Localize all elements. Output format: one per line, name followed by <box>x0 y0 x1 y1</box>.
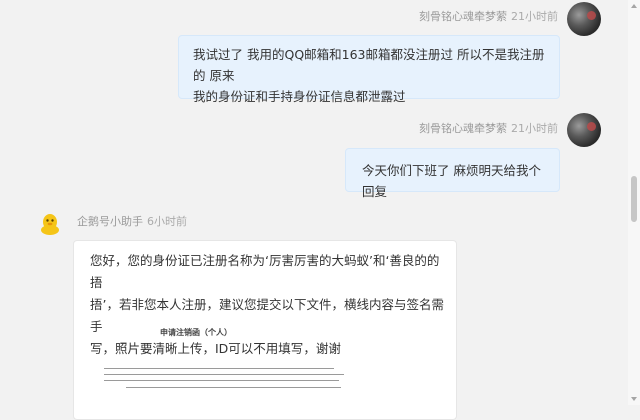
message-bubble[interactable]: 我试过了 我用的QQ邮箱和163邮箱都没注册过 所以不是我注册的 原来 我的身份… <box>178 35 560 104</box>
sender-name[interactable]: 刻骨铭心魂牵梦萦 <box>419 10 507 23</box>
message-header: 刻骨铭心魂牵梦萦 21小时前 <box>419 8 558 24</box>
message-line: 今天你们下班了 麻烦明天给我个回复 <box>362 163 541 199</box>
chat-message-list: 刻骨铭心魂牵梦萦 21小时前 我试过了 我用的QQ邮箱和163邮箱都没注册过 所以… <box>0 0 628 420</box>
document-title: 申请注销函（个人） <box>160 327 232 337</box>
attached-document-image[interactable]: 申请注销函（个人） <box>96 327 436 417</box>
document-line <box>104 380 339 381</box>
penguin-icon[interactable] <box>40 212 60 236</box>
document-line <box>104 368 334 369</box>
scroll-thumb[interactable] <box>631 176 637 222</box>
message-time: 21小时前 <box>511 10 558 23</box>
sender-name[interactable]: 企鹅号小助手 <box>77 215 143 228</box>
message-line: 我的身份证和手持身份证信息都泄露过 <box>193 89 406 104</box>
avatar-detail <box>587 122 596 131</box>
avatar-detail <box>587 11 596 20</box>
message-header: 企鹅号小助手 6小时前 <box>77 213 187 229</box>
message-header: 刻骨铭心魂牵梦萦 21小时前 <box>419 120 558 136</box>
message-bubble[interactable]: 您好，您的身份证已注册名称为‘厉害厉害的大蚂蚁’和‘善良的的捂 捂’，若非您本人… <box>73 240 457 420</box>
user-avatar[interactable] <box>567 2 601 36</box>
scroll-down-arrow-icon[interactable] <box>631 397 637 401</box>
document-line <box>104 374 344 375</box>
user-avatar[interactable] <box>567 113 601 147</box>
sender-name[interactable]: 刻骨铭心魂牵梦萦 <box>419 122 507 135</box>
message-bubble[interactable]: 今天你们下班了 麻烦明天给我个回复 <box>345 148 560 199</box>
message-time: 21小时前 <box>511 122 558 135</box>
message-time: 6小时前 <box>147 215 187 228</box>
message-line: 我试过了 我用的QQ邮箱和163邮箱都没注册过 所以不是我注册的 原来 <box>193 47 545 83</box>
document-line <box>126 387 341 388</box>
scroll-up-arrow-icon[interactable] <box>631 4 637 8</box>
message-line: 您好，您的身份证已注册名称为‘厉害厉害的大蚂蚁’和‘善良的的捂 <box>90 253 440 290</box>
vertical-scrollbar[interactable] <box>628 0 640 405</box>
